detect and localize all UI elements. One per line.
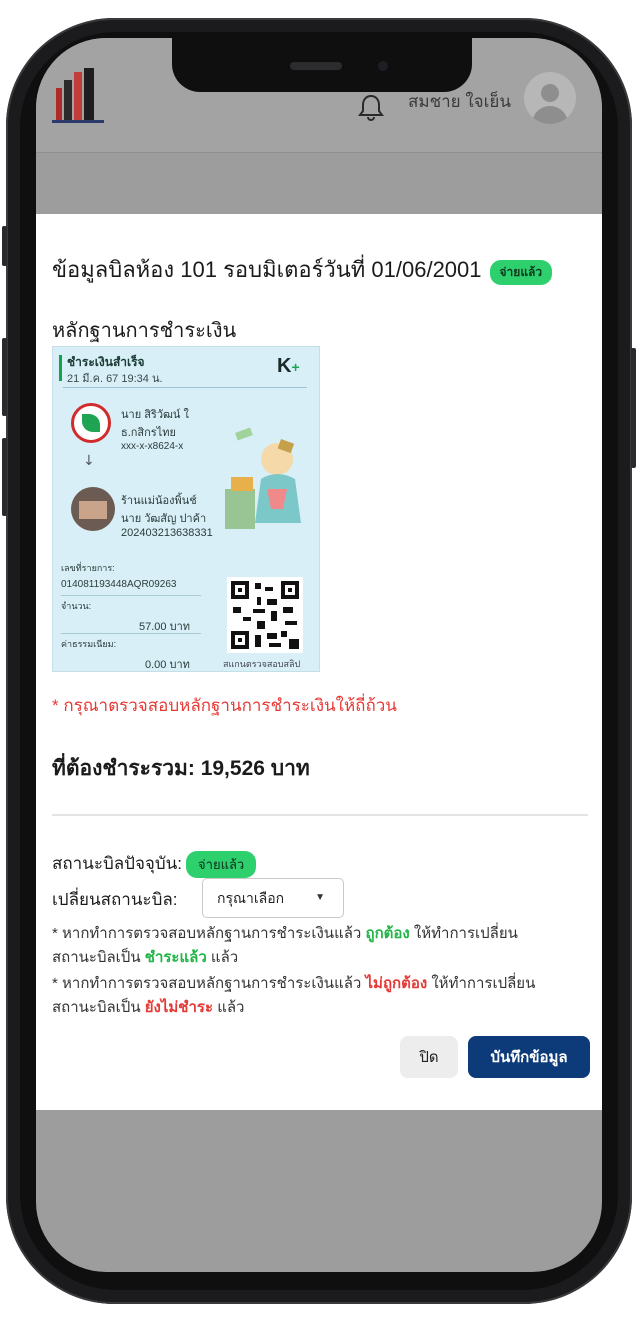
avatar[interactable] [524,72,576,124]
side-button-left-1 [2,226,7,266]
slip-to-name: ร้านแม่น้องพิ้นช์ [121,495,197,507]
slip-ref-value: 014081193448AQR09263 [61,579,177,590]
slip-divider [63,387,307,388]
status-select-value: กรุณาเลือก [217,890,285,906]
speaker [290,62,342,70]
slip-from-name: นาย สิริวัฒน์ ใ [121,409,189,421]
slip-fee-label: ค่าธรรมเนียม: [61,639,117,649]
payment-slip-image[interactable]: ชำระเงินสำเร็จ 21 มี.ค. 67 19:34 น. K+ น… [52,346,320,672]
modal-title: ข้อมูลบิลห้อง 101 รอบมิเตอร์วันที่ 01/06… [52,257,482,282]
screen: สมชาย ใจเย็น ข้อมูลบิลห้อง 101 รอบมิเตอร… [36,38,602,1272]
kplus-k: K [277,355,292,377]
caret-down-icon: ▼ [315,892,325,903]
qr-code [227,577,303,653]
user-name[interactable]: สมชาย ใจเย็น [408,88,511,115]
note2-a: * หากทำการตรวจสอบหลักฐานการชำระเงินแล้ว [52,975,366,992]
side-button-left-2 [2,338,7,416]
note2-c: ให้ทำการเปลี่ยน [427,975,536,992]
slip-from-account: xxx-x-x8624-x [121,441,184,452]
note-incorrect: * หากทำการตรวจสอบหลักฐานการชำระเงินแล้ว … [52,972,592,1020]
building-logo [52,68,104,123]
slip-amount-label: จำนวน: [61,601,92,611]
bell-icon[interactable] [356,92,386,122]
note1-c: ให้ทำการเปลี่ยน [409,925,518,942]
slip-divider-2 [61,633,201,634]
kbank-icon [71,403,111,443]
paid-badge: จ่ายแล้ว [489,260,553,285]
note1-d: สถานะบิลเป็น [52,949,145,966]
note2-f: แล้ว [213,999,245,1016]
arrow-down-icon: ↓ [83,453,95,469]
note1-a: * หากทำการตรวจสอบหลักฐานการชำระเงินแล้ว [52,925,366,942]
current-status-badge: จ่ายแล้ว [186,851,257,879]
close-button[interactable]: ปิด [400,1036,458,1078]
modal-title-row: ข้อมูลบิลห้อง 101 รอบมิเตอร์วันที่ 01/06… [52,252,592,285]
shop-window [79,501,107,519]
side-button-left-3 [2,438,7,516]
change-status-label: เปลี่ยนสถานะบิล: [52,890,178,909]
kplus-logo: K+ [277,355,300,378]
note2-incorrect-word: ไม่ถูกต้อง [365,975,428,992]
note1-f: แล้ว [206,949,239,966]
divider [52,814,588,816]
cartoon-illustration [225,427,301,529]
phone-notch [172,38,472,92]
bill-modal: ข้อมูลบิลห้อง 101 รอบมิเตอร์วันที่ 01/06… [36,214,602,1110]
shop-avatar [71,487,115,531]
note1-correct-word: ถูกต้อง [365,925,410,942]
avatar-body [532,106,568,124]
kbank-leaf [82,414,100,432]
note2-unpaid-word: ยังไม่ชำระ [144,999,214,1016]
kplus-plus: + [291,359,300,375]
status-select[interactable]: กรุณาเลือก ▼ [202,878,344,918]
slip-accent-bar [59,355,62,381]
side-button-right [631,348,636,468]
slip-datetime: 21 มี.ค. 67 19:34 น. [67,373,163,385]
save-button[interactable]: บันทึกข้อมูล [468,1036,590,1078]
current-status-row: สถานะบิลปัจจุบัน: จ่ายแล้ว [52,850,257,879]
camera [378,61,388,71]
note1-paid-word: ชำระแล้ว [144,949,207,966]
slip-from-bank: ธ.กสิกรไทย [121,427,176,439]
verify-warning: * กรุณาตรวจสอบหลักฐานการชำระเงินให้ถี่ถ้… [52,696,397,715]
slip-to-owner: นาย วัฒสัญ ปาค้า [121,513,207,525]
note-correct: * หากทำการตรวจสอบหลักฐานการชำระเงินแล้ว … [52,922,592,970]
note2-d: สถานะบิลเป็น [52,999,145,1016]
evidence-heading: หลักฐานการชำระเงิน [52,320,237,342]
current-status-label: สถานะบิลปัจจุบัน: [52,854,183,873]
total-amount: ที่ต้องชำระรวม: 19,526 บาท [52,757,310,780]
slip-fee-value: 0.00 บาท [145,659,190,671]
slip-ref-label: เลขที่รายการ: [61,563,115,573]
qr-label: สแกนตรวจสอบสลิป [223,659,301,669]
slip-divider-1 [61,595,201,596]
avatar-head [541,84,559,102]
slip-to-id: 202403213638331 [121,527,213,539]
